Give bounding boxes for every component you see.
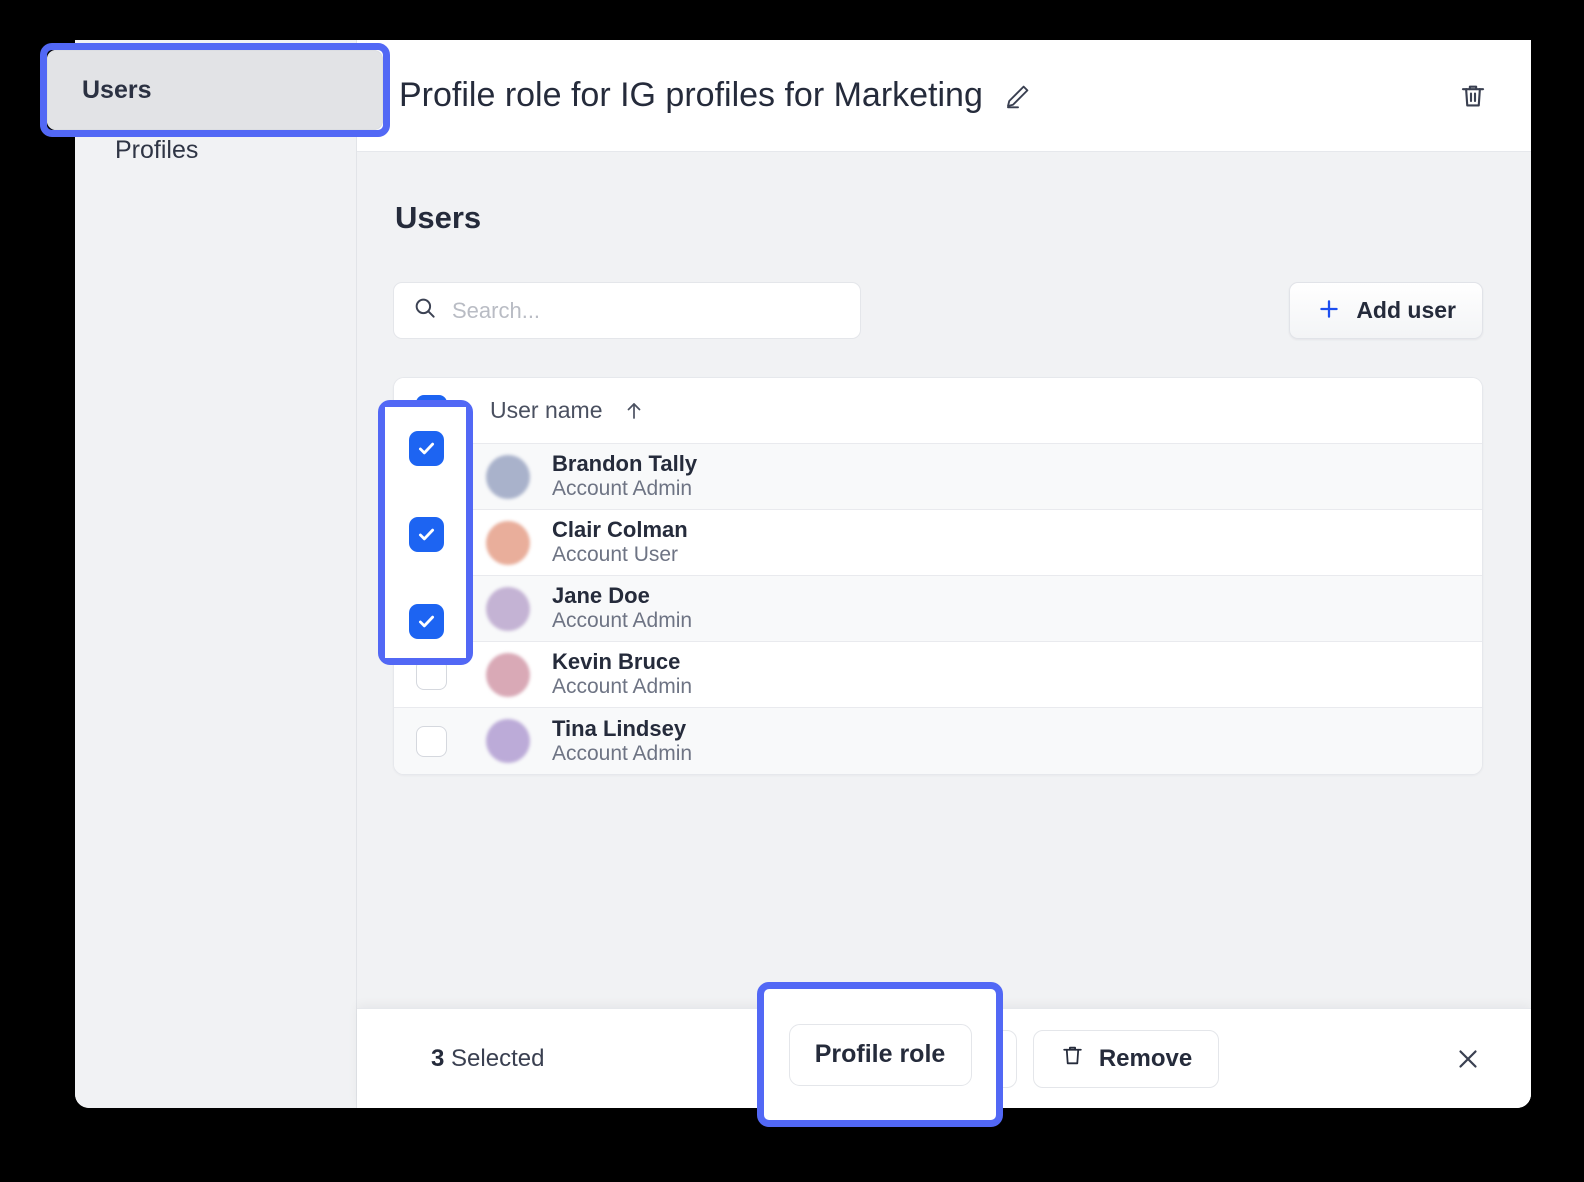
user-cell: Jane Doe Account Admin — [552, 583, 692, 634]
sidebar-item-label: Users — [115, 76, 185, 105]
add-user-label: Add user — [1356, 297, 1456, 324]
search-input-wrapper[interactable] — [393, 282, 861, 339]
user-cell: Kevin Bruce Account Admin — [552, 649, 692, 700]
column-header-user-name[interactable]: User name — [490, 397, 602, 424]
page-header: Profile role for IG profiles for Marketi… — [357, 40, 1531, 152]
close-icon[interactable] — [1447, 1038, 1489, 1080]
users-toolbar: Add user — [393, 282, 1483, 339]
section-heading: Users — [395, 200, 1483, 236]
avatar — [486, 653, 530, 697]
row-select-cell — [416, 593, 468, 624]
user-name: Tina Lindsey — [552, 716, 692, 742]
row-select-cell — [416, 726, 468, 757]
user-role: Account Admin — [552, 742, 692, 767]
select-all-checkbox[interactable] — [416, 395, 447, 426]
user-name: Clair Colman — [552, 517, 688, 543]
avatar — [486, 719, 530, 763]
user-role: Account User — [552, 543, 688, 568]
plus-icon — [1316, 296, 1342, 325]
user-cell: Brandon Tally Account Admin — [552, 451, 697, 502]
selected-count-number: 3 — [431, 1045, 444, 1072]
remove-label: Remove — [1099, 1045, 1192, 1073]
avatar — [486, 587, 530, 631]
add-user-button[interactable]: Add user — [1289, 282, 1483, 339]
indeterminate-dash-icon — [424, 409, 439, 412]
table-row[interactable]: Jane Doe Account Admin — [394, 576, 1482, 642]
page-title: Profile role for IG profiles for Marketi… — [399, 76, 983, 115]
select-all-cell — [416, 395, 468, 426]
trash-icon — [1060, 1043, 1085, 1075]
app-panel: Users Profiles Profile role for IG profi… — [75, 40, 1531, 1108]
row-checkbox[interactable] — [416, 527, 447, 558]
arrow-up-icon[interactable] — [622, 399, 646, 423]
row-select-cell — [416, 527, 468, 558]
table-row[interactable]: Brandon Tally Account Admin — [394, 444, 1482, 510]
search-icon — [412, 295, 438, 326]
row-select-cell — [416, 659, 468, 690]
row-checkbox[interactable] — [416, 726, 447, 757]
row-select-cell — [416, 461, 468, 492]
sidebar: Users Profiles — [75, 40, 357, 1108]
user-role: Account Admin — [552, 477, 697, 502]
row-checkbox[interactable] — [416, 593, 447, 624]
user-cell: Tina Lindsey Account Admin — [552, 716, 692, 767]
search-input[interactable] — [452, 298, 842, 324]
selected-count: 3 Selected — [431, 1045, 544, 1073]
trash-icon[interactable] — [1453, 76, 1493, 116]
bulk-action-bar: 3 Selected Profile role Remove — [357, 1008, 1531, 1108]
content-area: Users — [357, 152, 1531, 1108]
user-name: Kevin Bruce — [552, 649, 692, 675]
avatar — [486, 521, 530, 565]
user-name: Brandon Tally — [552, 451, 697, 477]
selected-count-label: Selected — [444, 1045, 544, 1072]
users-table: User name — [393, 377, 1483, 775]
row-checkbox[interactable] — [416, 659, 447, 690]
avatar — [486, 455, 530, 499]
profile-role-button[interactable]: Profile role — [829, 1030, 1016, 1088]
sidebar-item-users[interactable]: Users — [89, 62, 342, 118]
main-column: Profile role for IG profiles for Marketi… — [357, 40, 1531, 1108]
row-checkbox[interactable] — [416, 461, 447, 492]
remove-button[interactable]: Remove — [1033, 1030, 1219, 1088]
table-row[interactable]: Clair Colman Account User — [394, 510, 1482, 576]
sidebar-item-profiles[interactable]: Profiles — [89, 122, 342, 178]
user-role: Account Admin — [552, 609, 692, 634]
user-name: Jane Doe — [552, 583, 692, 609]
pencil-icon[interactable] — [1001, 79, 1035, 113]
profile-role-label: Profile role — [860, 1045, 985, 1073]
table-header-row: User name — [394, 378, 1482, 444]
sidebar-item-label: Profiles — [115, 136, 198, 165]
user-cell: Clair Colman Account User — [552, 517, 688, 568]
table-row[interactable]: Kevin Bruce Account Admin — [394, 642, 1482, 708]
table-row[interactable]: Tina Lindsey Account Admin — [394, 708, 1482, 774]
body-region: Users Profiles Profile role for IG profi… — [75, 40, 1531, 1108]
user-role: Account Admin — [552, 675, 692, 700]
